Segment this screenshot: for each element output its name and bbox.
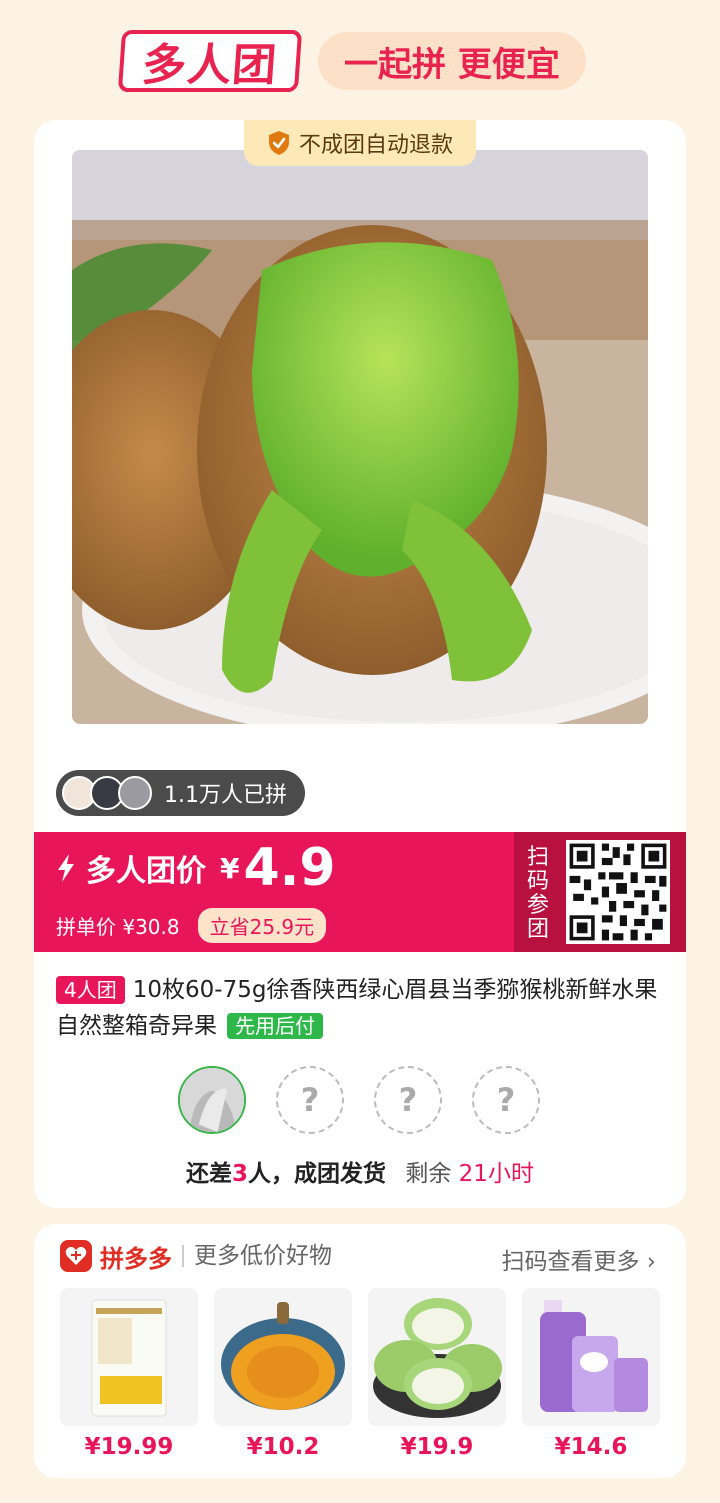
group-size-tag: 4人团: [56, 976, 125, 1004]
avatar: [118, 776, 152, 810]
lightning-icon: [58, 854, 74, 882]
status-middle: 人，成团发货: [248, 1161, 387, 1187]
remaining-label: 剩余: [405, 1161, 452, 1187]
refund-guarantee-tag: 不成团自动退款: [244, 120, 476, 166]
recommend-header: 拼多多 更多低价好物: [60, 1238, 332, 1274]
product-title-text: 10枚60-75g徐香陕西绿心眉县当季猕猴桃新鲜水果自然整箱奇异果: [56, 977, 658, 1039]
save-badge: 立省25.9元: [197, 908, 327, 943]
group-price: 多人团价 ¥ 4.9: [56, 842, 336, 894]
price-band: 多人团价 ¥ 4.9 拼单价 ¥30.8 立省25.9元 扫码参团: [34, 832, 686, 952]
scan-more-text: 扫码查看更多: [501, 1249, 640, 1275]
chevron-right-icon: ›: [646, 1249, 656, 1275]
slogan-pill: 一起拼 更便宜: [318, 32, 586, 90]
scan-to-join-panel[interactable]: 扫码参团: [514, 832, 686, 952]
page-header: 多人团 一起拼 更便宜: [117, 26, 586, 96]
status-prefix: 还差: [186, 1161, 233, 1187]
product-item[interactable]: ¥19.99: [60, 1288, 198, 1460]
group-price-label: 多人团价: [86, 854, 206, 889]
remaining-count: 3: [232, 1161, 249, 1187]
qr-code-icon[interactable]: [566, 840, 670, 944]
pinduoduo-logo-icon: [60, 1240, 92, 1272]
recommend-subtitle: 更多低价好物: [182, 1245, 332, 1268]
product-image[interactable]: [72, 150, 648, 724]
brand-name: 拼多多: [100, 1244, 172, 1273]
group-status: 还差3人，成团发货 剩余 21小时: [34, 1154, 686, 1188]
product-price: ¥19.99: [84, 1434, 174, 1460]
pumpkin-image: [214, 1288, 352, 1426]
empty-member-slot: ?: [374, 1066, 442, 1134]
scan-join-label: 扫码参团: [526, 845, 549, 942]
refund-text: 不成团自动退款: [298, 133, 453, 158]
joined-count-pill: 1.1万人已拼: [56, 770, 305, 816]
product-title[interactable]: 4人团 10枚60-75g徐香陕西绿心眉县当季猕猴桃新鲜水果自然整箱奇异果 先用后付: [56, 972, 664, 1044]
pay-later-tag: 先用后付: [227, 1013, 323, 1039]
product-price: ¥19.9: [400, 1434, 474, 1460]
multi-group-logo: 多人团: [117, 30, 303, 92]
product-list: ¥19.99 ¥10.2 ¥19.9 ¥14.6: [60, 1288, 676, 1460]
scan-more-link[interactable]: 扫码查看更多 ›: [501, 1242, 656, 1276]
joined-count-text: 1.1万人已拼: [164, 783, 287, 808]
shield-check-icon: [268, 131, 289, 155]
avatar-photo: [180, 1068, 244, 1132]
guava-image: [368, 1288, 506, 1426]
member-avatar: [178, 1066, 246, 1134]
product-item[interactable]: ¥19.9: [368, 1288, 506, 1460]
product-price: ¥10.2: [246, 1434, 320, 1460]
flour-bag-image: [60, 1288, 198, 1426]
product-item[interactable]: ¥14.6: [522, 1288, 660, 1460]
recommendations-card: 拼多多 更多低价好物 扫码查看更多 › ¥19.99 ¥10.2 ¥19.9 ¥…: [34, 1224, 686, 1478]
product-item[interactable]: ¥10.2: [214, 1288, 352, 1460]
group-price-value: 4.9: [243, 838, 336, 898]
remaining-time: 21小时: [458, 1161, 534, 1187]
kiwi-photo: [72, 150, 648, 724]
single-price: 拼单价 ¥30.8: [56, 915, 180, 939]
empty-member-slot: ?: [276, 1066, 344, 1134]
group-member-slots: ? ? ?: [178, 1066, 570, 1134]
product-card: 不成团自动退款 1.1万人已拼 多人团价 ¥ 4.9 拼单价 ¥30.8 立省2…: [34, 120, 686, 1208]
empty-member-slot: ?: [472, 1066, 540, 1134]
currency-symbol: ¥: [220, 851, 240, 885]
price-subline: 拼单价 ¥30.8 立省25.9元: [56, 908, 327, 943]
product-price: ¥14.6: [554, 1434, 628, 1460]
fabric-softener-image: [522, 1288, 660, 1426]
